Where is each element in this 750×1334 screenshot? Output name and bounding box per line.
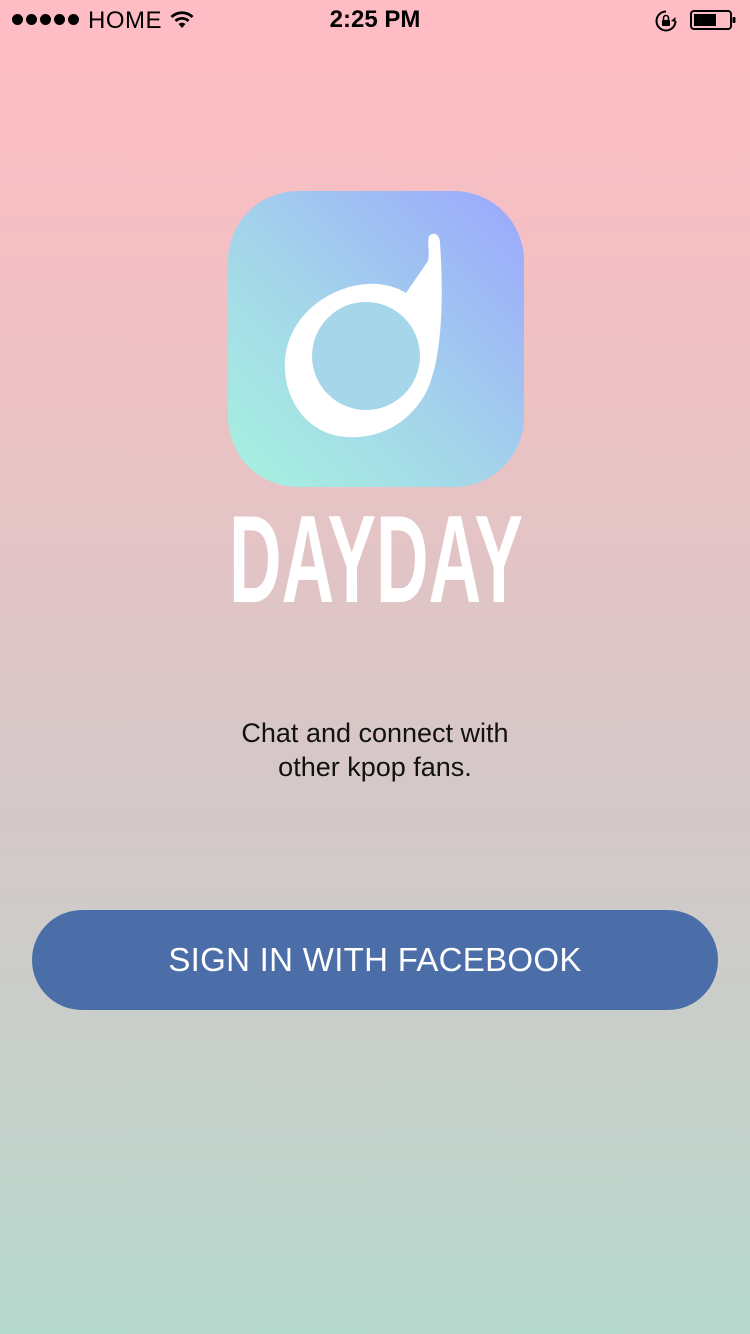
tagline-line-1: Chat and connect with [241, 718, 509, 748]
music-note-logo-icon [228, 191, 524, 487]
rotation-lock-icon [655, 10, 677, 32]
app-name: DAYDAY [229, 508, 523, 604]
sign-in-facebook-button[interactable]: SIGN IN WITH FACEBOOK [32, 910, 718, 1010]
status-bar: HOME 2:25 PM [0, 0, 750, 40]
status-time: 2:25 PM [329, 6, 421, 33]
sign-in-facebook-label: SIGN IN WITH FACEBOOK [168, 941, 582, 978]
battery-icon [690, 10, 736, 30]
tagline: Chat and connect with other kpop fans. [0, 716, 750, 784]
app-wordmark: DAYDAY [229, 508, 523, 604]
tagline-line-2: other kpop fans. [278, 752, 472, 782]
